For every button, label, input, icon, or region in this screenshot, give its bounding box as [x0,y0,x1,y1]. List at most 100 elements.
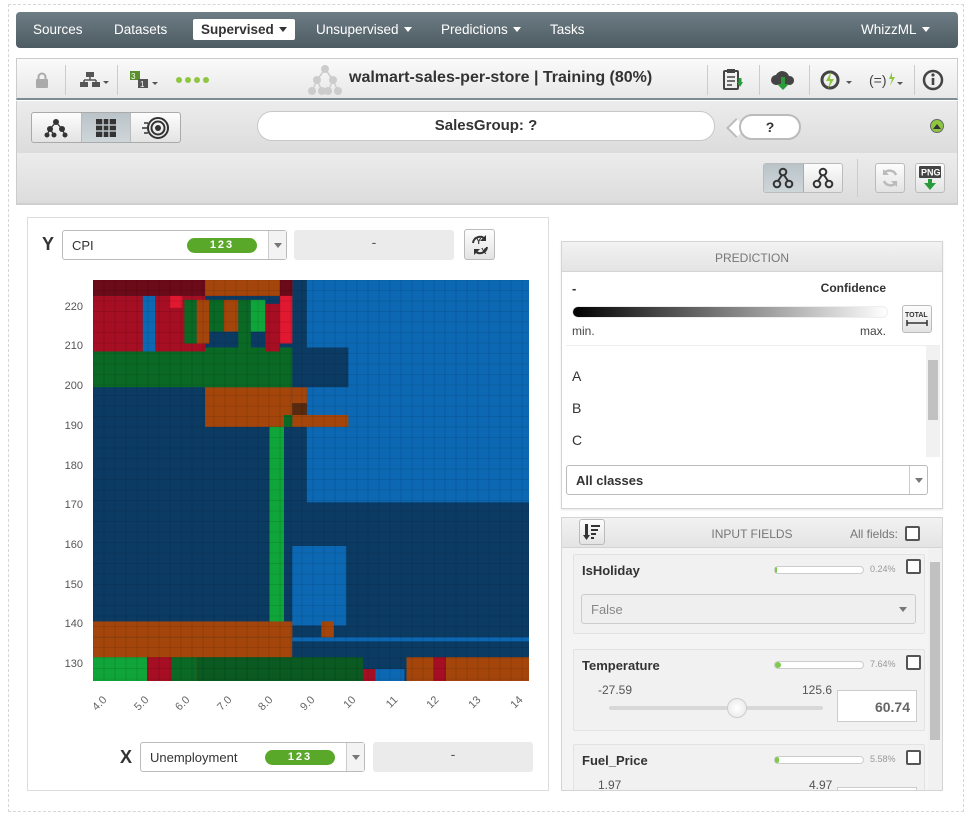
chevron-down-icon [346,743,364,771]
heatmap-region [433,657,446,681]
total-confidence-button[interactable]: TOTAL [902,305,932,333]
clipboard-download-icon[interactable] [720,68,746,92]
chevron-down-icon [278,27,287,32]
scrollbar-thumb[interactable] [930,562,940,740]
prediction-panel-title: PREDICTION [562,242,942,272]
binary-data-menu-icon[interactable]: 31 [127,68,161,92]
field-card-temperature: Temperature 7.64% -27.59 125.6 60.74 [573,649,925,731]
input-fields-panel: INPUT FIELDS All fields: IsHoliday 0.24%… [561,517,943,791]
importance-bar-fill [775,662,781,668]
nav-predictions[interactable]: Predictions [441,22,521,37]
slider-max: 4.97 [809,778,833,791]
tree-orientation-switcher [763,163,843,193]
info-icon[interactable] [920,68,946,92]
export-png-button[interactable]: PNG [915,163,945,193]
nav-tasks[interactable]: Tasks [550,22,585,37]
heatmap-region [184,299,197,344]
layout-right-button[interactable] [803,164,842,192]
class-list: A B C [566,345,940,457]
slider-min: -27.59 [598,683,633,697]
heatmap-region [265,303,280,352]
heatmap-chart[interactable] [93,280,529,681]
chevron-down-icon [921,27,930,32]
collapse-icon[interactable] [930,119,944,133]
refresh-icon [882,169,898,187]
nav-whizzml[interactable]: WhizzML [861,22,930,37]
y-tick-label: 200 [64,380,83,393]
field-name: Temperature [582,658,660,673]
class-item[interactable]: C [572,432,582,448]
field-name: Fuel_Price [582,753,648,768]
y-tick-label: 150 [64,578,83,591]
class-list-scrollbar[interactable] [926,346,940,457]
top-nav: Sources Datasets Supervised Unsupervised… [16,12,958,48]
swap-axes-button[interactable]: YX [464,229,495,260]
png-download-icon: PNG [919,166,941,190]
swap-axes-icon: YX [471,234,488,256]
heatmap-view-button[interactable] [81,113,132,142]
cloud-download-icon[interactable] [770,68,796,92]
y-tick-label: 170 [64,499,83,512]
chevron-down-icon [899,607,907,612]
heatmap-region [445,657,529,681]
confidence-gradient [572,306,888,318]
batch-predict-menu-icon[interactable] [817,68,855,92]
lock-icon[interactable] [29,68,55,92]
temperature-input[interactable]: 60.74 [837,690,917,722]
svg-text:PNG: PNG [921,168,941,178]
heatmap-region [93,621,293,638]
tree-model-icon [307,63,343,97]
y-field-select[interactable]: CPI 123 [62,230,287,260]
slider-min: 1.97 [598,778,622,791]
all-fields-checkbox[interactable] [905,526,920,541]
field-checkbox[interactable] [906,655,921,670]
nav-supervised[interactable]: Supervised [193,19,295,40]
nav-unsupervised[interactable]: Unsupervised [316,22,412,37]
fuel-price-input[interactable] [837,787,917,790]
chevron-down-icon [403,27,412,32]
field-name: IsHoliday [582,563,640,578]
slider-handle[interactable] [727,698,748,718]
heatmap-region [269,426,285,622]
svg-text:(=): (=) [869,72,887,88]
confidence-label: Confidence [820,281,886,295]
refresh-button[interactable] [875,163,905,193]
y-tick-label: 220 [64,300,83,313]
resource-toolbar: 31 walmart-sales-per-store | Training (8… [16,58,958,100]
field-card-isholiday: IsHoliday 0.24% False [573,554,925,634]
y-tick-label: 130 [64,658,83,671]
prediction-value: - [572,281,577,296]
class-filter-select[interactable]: All classes [566,465,928,495]
formula-menu-icon[interactable]: (=) [867,68,905,92]
model-tree-menu-icon[interactable] [77,68,111,92]
nav-sources[interactable]: Sources [33,22,83,37]
heatmap-region [292,387,307,404]
x-field-name: Unemployment [150,750,238,765]
sort-icon [583,524,600,540]
nav-datasets[interactable]: Datasets [114,22,167,37]
input-fields-scrollbar[interactable] [928,548,942,790]
progress-dots-icon [172,68,216,92]
heatmap-region [406,657,434,681]
y-field-name: CPI [72,238,94,253]
field-checkbox[interactable] [906,750,921,765]
class-item[interactable]: A [572,368,581,384]
x-field-select[interactable]: Unemployment 123 [140,742,365,772]
heatmap-region [146,657,172,681]
layout-left-button[interactable] [764,164,804,192]
class-item[interactable]: B [572,400,581,416]
importance-bar [774,661,864,669]
sort-fields-button[interactable] [579,519,605,545]
y-tick-label: 140 [64,618,83,631]
sunburst-view-button[interactable] [131,113,180,142]
all-fields-label: All fields: [849,527,898,541]
y-axis-letter: Y [42,234,55,254]
isholiday-select[interactable]: False [581,594,916,624]
svg-text:Y: Y [476,237,482,246]
temperature-slider-track[interactable] [609,698,823,718]
tree-view-button[interactable] [32,113,82,142]
prediction-path: SalesGroup: ? [257,111,715,141]
isholiday-value: False [591,602,623,617]
y-tick-label: 180 [64,459,83,472]
field-checkbox[interactable] [906,559,921,574]
